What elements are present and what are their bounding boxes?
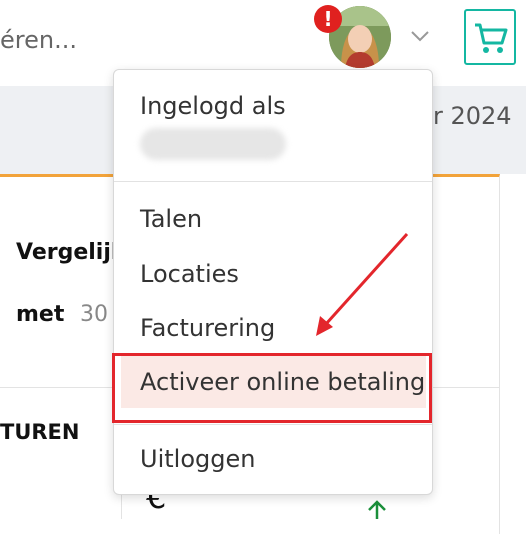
annotation-arrow-icon [316,232,409,336]
